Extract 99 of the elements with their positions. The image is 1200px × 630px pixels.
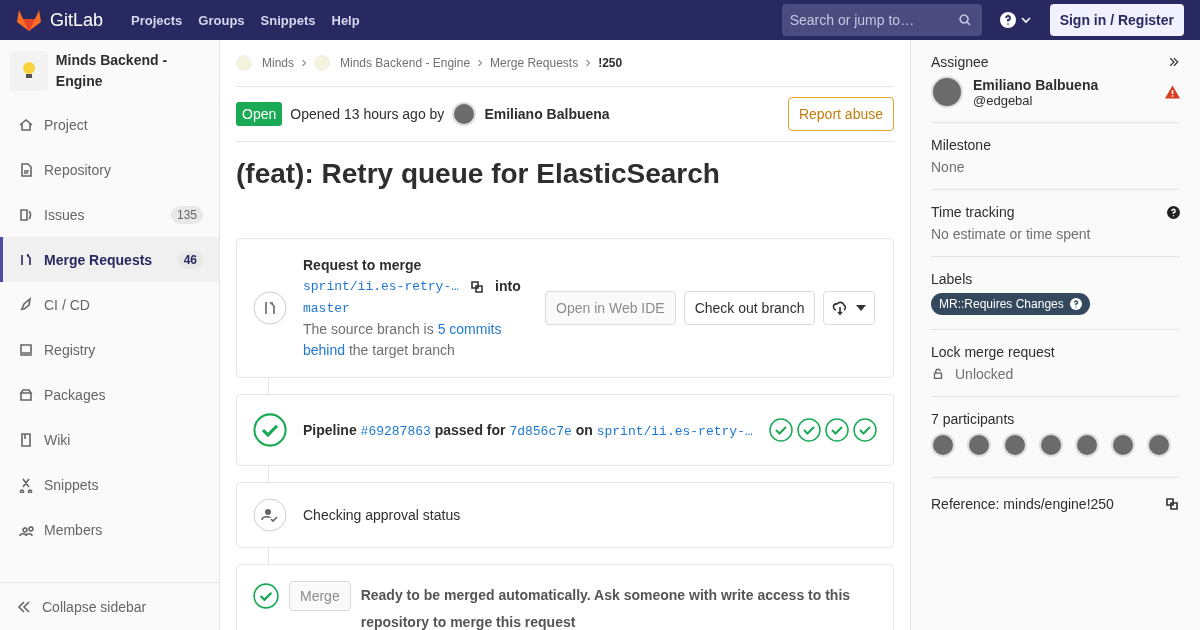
sidebar-item[interactable]: Members [0,507,219,552]
help-icon [1069,298,1082,310]
success-icon [253,413,287,447]
avatar-placeholder[interactable] [1075,433,1099,457]
sidebar-item[interactable]: Snippets [0,462,219,507]
avatar-placeholder[interactable] [1111,433,1135,457]
breadcrumb-link[interactable]: Minds Backend - Engine [340,56,471,70]
breadcrumb-link[interactable]: !250 [598,56,623,70]
merge-request-title: (feat): Retry queue for ElasticSearch [236,158,721,190]
project-name[interactable]: Minds Backend - Engine [55,50,209,92]
target-branch-link[interactable]: master [303,301,350,316]
sidebar-item[interactable]: Project [0,102,219,147]
padlock-icon [931,367,945,381]
nav-link[interactable]: Help [331,12,360,28]
reference-text: Reference: minds/engine!250 [931,496,1114,512]
scissors-icon [18,476,34,493]
cloud-download-icon [832,300,849,316]
avatar-placeholder[interactable] [452,102,477,126]
sign-in-button[interactable]: Sign in / Register [1049,4,1184,36]
sidebar-item[interactable]: Packages [0,372,219,417]
nav-link[interactable]: Groups [198,12,245,28]
count-badge: 46 [177,250,203,269]
avatar-placeholder[interactable] [931,76,963,108]
document-icon [18,161,34,178]
request-heading: Request to merge [303,257,422,273]
package-icon [18,386,34,403]
labels-label: Labels [931,271,974,287]
download-dropdown[interactable] [823,291,876,325]
sidebar-item[interactable]: Repository [0,147,219,192]
book-icon [18,431,34,448]
time-tracking-value: No estimate or time spent [931,226,1092,242]
sidebar-item[interactable]: CI / CD [0,282,219,327]
lock-value: Unlocked [955,366,1014,382]
avatar-placeholder[interactable] [967,433,991,457]
status-badge: Open [236,102,283,126]
commits-behind-link[interactable]: 5 commits [437,321,502,337]
report-abuse-button[interactable]: Report abuse [787,97,894,131]
sidebar-item[interactable]: Registry [0,327,219,372]
collapse-sidebar-link[interactable]: Collapse sidebar [0,582,219,630]
chevron-right-icon [300,59,308,67]
rocket-icon [18,296,34,313]
search-field[interactable]: Search or jump to… [781,4,982,36]
breadcrumb-link[interactable]: Minds [262,56,294,70]
search-icon [956,12,973,28]
stage-success-icon[interactable] [853,418,877,442]
time-tracking-label: Time tracking [931,204,1015,220]
lightbulb-avatar [236,55,252,71]
copy-icon [1164,496,1180,512]
avatar-placeholder[interactable] [1003,433,1027,457]
gitlab-logo-text[interactable]: GitLab [50,9,104,31]
sidebar-item[interactable]: Merge Requests 46 [0,237,219,282]
author-link[interactable]: Emiliano Balbuena [484,106,610,122]
nav-link[interactable]: Projects [131,12,183,28]
warning-icon [1165,85,1180,99]
assignee-label: Assignee [931,54,989,70]
action-button[interactable]: Check out branch [683,291,816,325]
help-icon[interactable] [1167,205,1180,219]
lightbulb-avatar [314,55,330,71]
avatar-placeholder[interactable] [1039,433,1063,457]
avatar-placeholder[interactable] [1147,433,1171,457]
sidebar-item[interactable]: Issues 135 [0,192,219,237]
approval-status-text: Checking approval status [303,507,461,523]
assignee-name[interactable]: Emiliano Balbuena [973,76,1155,93]
fox-logo-icon[interactable] [16,8,42,32]
participants-label: 7 participants [931,411,1016,427]
milestone-label: Milestone [931,137,992,153]
stage-success-icon[interactable] [769,418,793,442]
label-tag[interactable]: MR::Requires Changes [931,293,1090,315]
issues-icon [18,206,34,223]
breadcrumb-link[interactable]: Merge Requests [490,56,579,70]
milestone-value: None [931,159,966,175]
copy-icon [469,278,486,295]
sidebar-item[interactable]: Wiki [0,417,219,462]
caret-icon [856,305,867,311]
merge-message: Ready to be merged automatically. Ask someone with write access to this repository to merge this request [360,586,852,630]
monitor-icon [18,341,34,358]
lock-label: Lock merge request [931,344,1056,360]
chevron-right-icon [476,59,485,67]
double-chevron-right-icon [1168,56,1180,68]
chevron-right-icon [584,59,593,67]
stage-success-icon[interactable] [825,418,849,442]
user-check-icon [253,498,287,532]
source-branch-link[interactable]: sprint/ii.es-retry-… [303,276,460,297]
double-chevron-left-icon [16,598,32,615]
assignee-username: @edgebal [973,92,1034,108]
help-icon[interactable] [999,12,1034,28]
avatar-placeholder[interactable] [931,433,955,457]
opened-text: Opened 13 hours ago by [290,106,445,122]
stage-success-icon[interactable] [797,418,821,442]
count-badge: 135 [170,205,203,224]
merge-request-icon [253,291,287,325]
pipeline-text: Pipeline #69287863 passed for 7d856c7e on sprint/ii.es-retry-… [303,421,753,439]
merge-request-icon [18,251,34,268]
home-icon [18,116,34,133]
commits-behind-link[interactable]: behind [303,342,346,358]
success-icon [253,583,279,609]
into-text: into [495,277,521,296]
behind-text: The source branch is 5 commits behind the target branch [303,320,503,360]
nav-link[interactable]: Snippets [260,12,316,28]
